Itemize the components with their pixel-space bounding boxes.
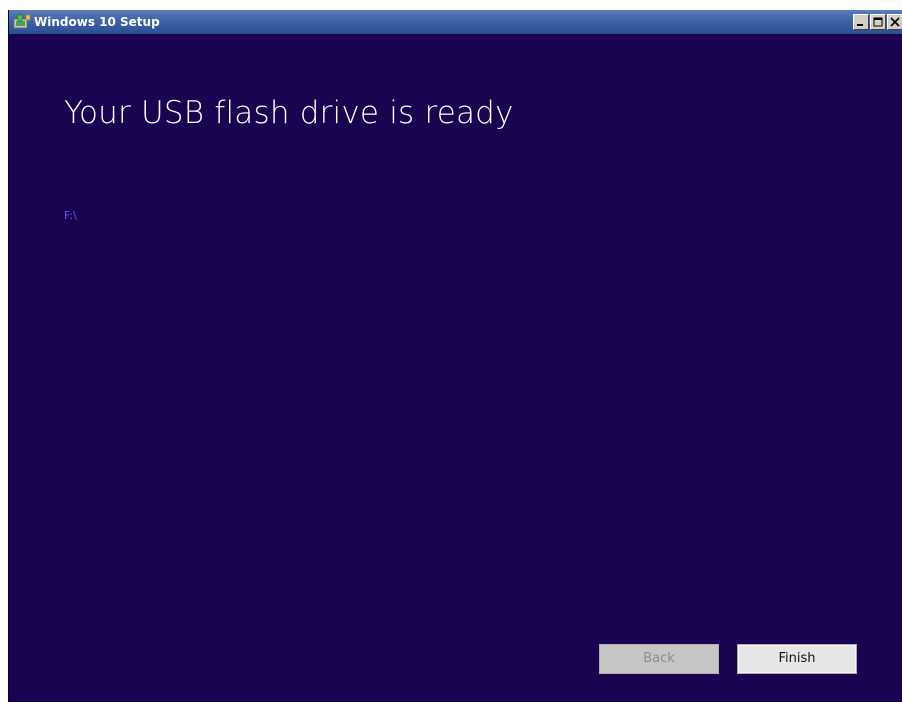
- setup-app-icon: [13, 13, 31, 29]
- close-button[interactable]: [887, 14, 902, 30]
- setup-window: Windows 10 Setup Your USB flash drive is…: [8, 10, 902, 702]
- window-title: Windows 10 Setup: [34, 15, 160, 29]
- minimize-button[interactable]: [853, 14, 869, 30]
- page-title: Your USB flash drive is ready: [64, 95, 514, 131]
- caption-buttons: [853, 14, 902, 30]
- setup-content: Your USB flash drive is ready F:\ Back F…: [9, 34, 902, 702]
- maximize-icon: [873, 17, 883, 27]
- finish-button[interactable]: Finish: [737, 644, 857, 674]
- drive-path-label: F:\: [64, 209, 77, 222]
- close-icon: [890, 17, 900, 27]
- minimize-icon: [857, 24, 863, 26]
- maximize-button[interactable]: [870, 14, 886, 30]
- back-button[interactable]: Back: [599, 644, 719, 674]
- title-bar[interactable]: Windows 10 Setup: [9, 10, 902, 34]
